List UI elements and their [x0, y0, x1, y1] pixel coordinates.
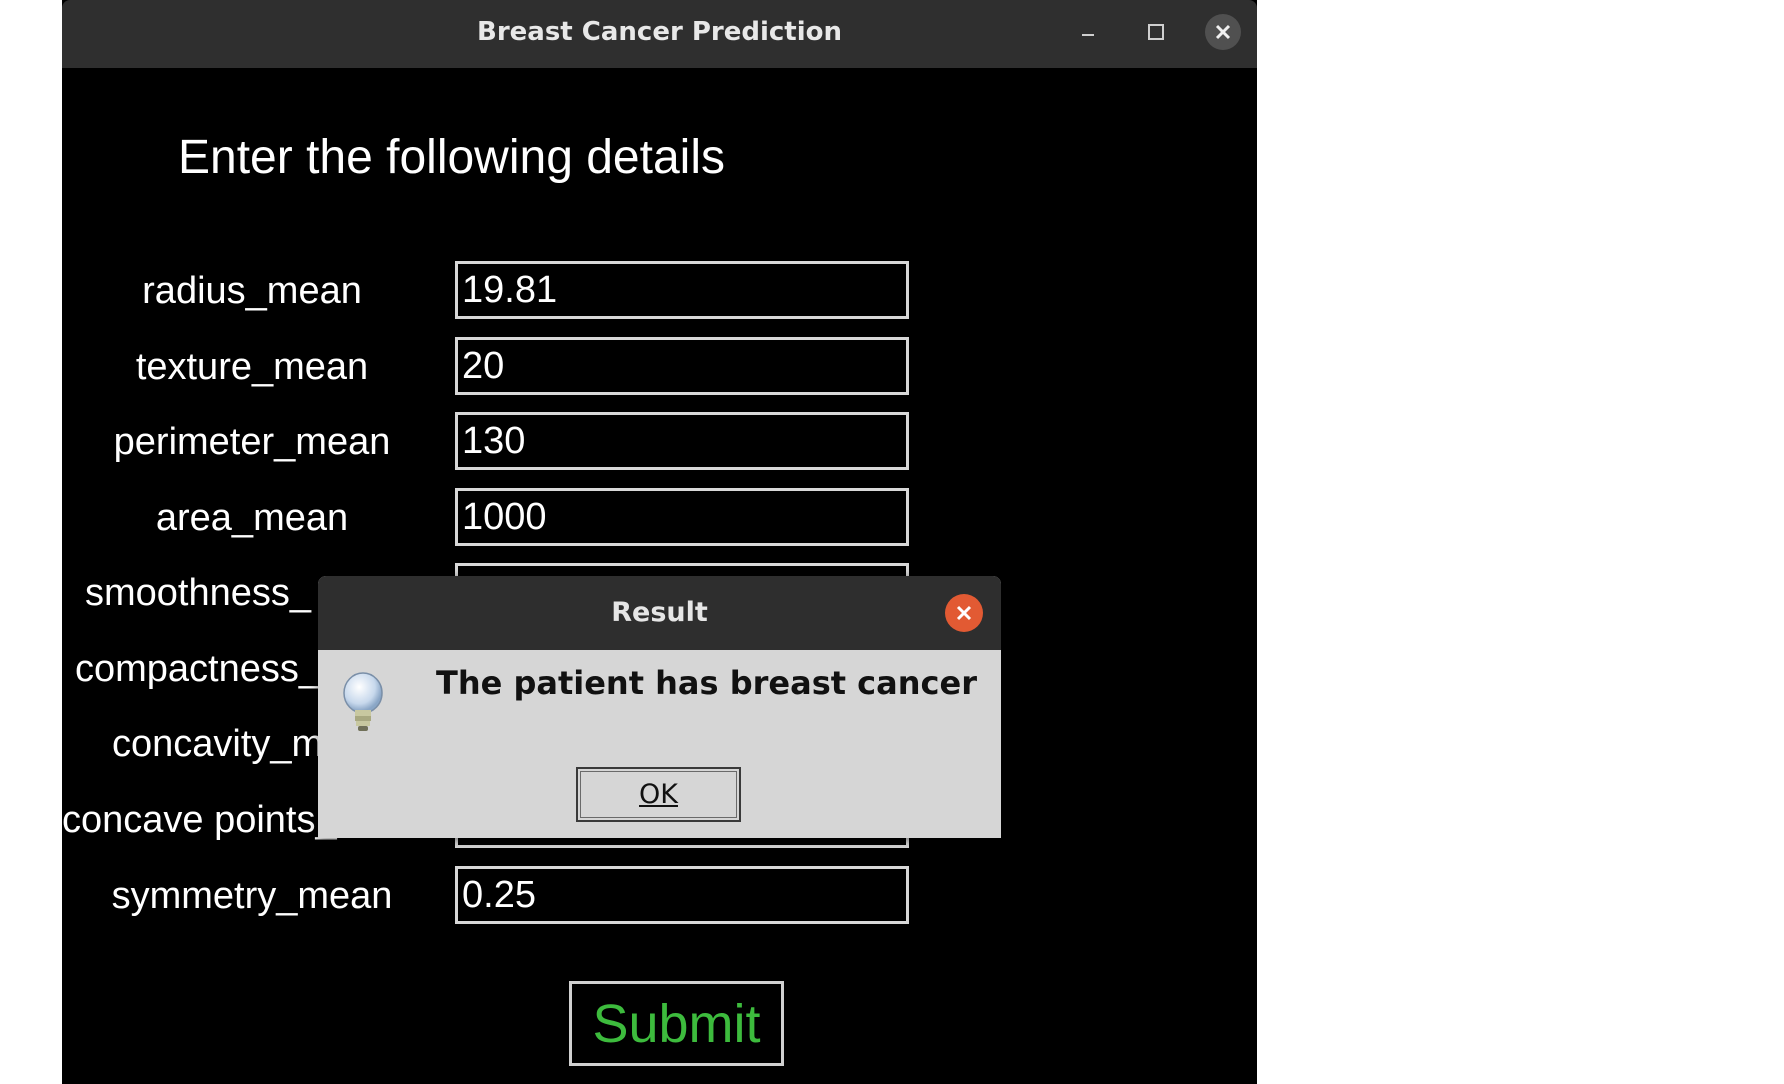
lightbulb-icon [340, 670, 386, 736]
app-window: Breast Cancer Prediction Enter the follo… [62, 0, 1257, 1084]
field-label-symmetry-mean: symmetry_mean [111, 875, 393, 917]
ok-label: OK [639, 779, 678, 810]
submit-button[interactable]: Submit [569, 981, 784, 1066]
perimeter-mean-input[interactable] [455, 412, 909, 470]
form-heading: Enter the following details [178, 131, 725, 184]
field-label-area-mean: area_mean [155, 497, 349, 539]
ok-button[interactable]: OK [576, 767, 741, 822]
field-label-perimeter-mean: perimeter_mean [113, 421, 391, 463]
field-label-texture-mean: texture_mean [135, 346, 369, 388]
radius-mean-input[interactable] [455, 261, 909, 319]
symmetry-mean-input[interactable] [455, 866, 909, 924]
title-bar[interactable]: Breast Cancer Prediction [62, 0, 1257, 68]
result-message: The patient has breast cancer [436, 664, 977, 702]
result-dialog: Result The patient has breast cancer OK [318, 576, 1001, 838]
close-icon[interactable] [1205, 14, 1241, 50]
minimize-icon[interactable] [1070, 14, 1106, 50]
dialog-title: Result [611, 597, 708, 628]
maximize-icon[interactable] [1138, 14, 1174, 50]
texture-mean-input[interactable] [455, 337, 909, 395]
dialog-title-bar[interactable]: Result [318, 576, 1001, 650]
dialog-close-icon[interactable] [945, 594, 983, 632]
area-mean-input[interactable] [455, 488, 909, 546]
field-label-radius-mean: radius_mean [142, 270, 362, 312]
